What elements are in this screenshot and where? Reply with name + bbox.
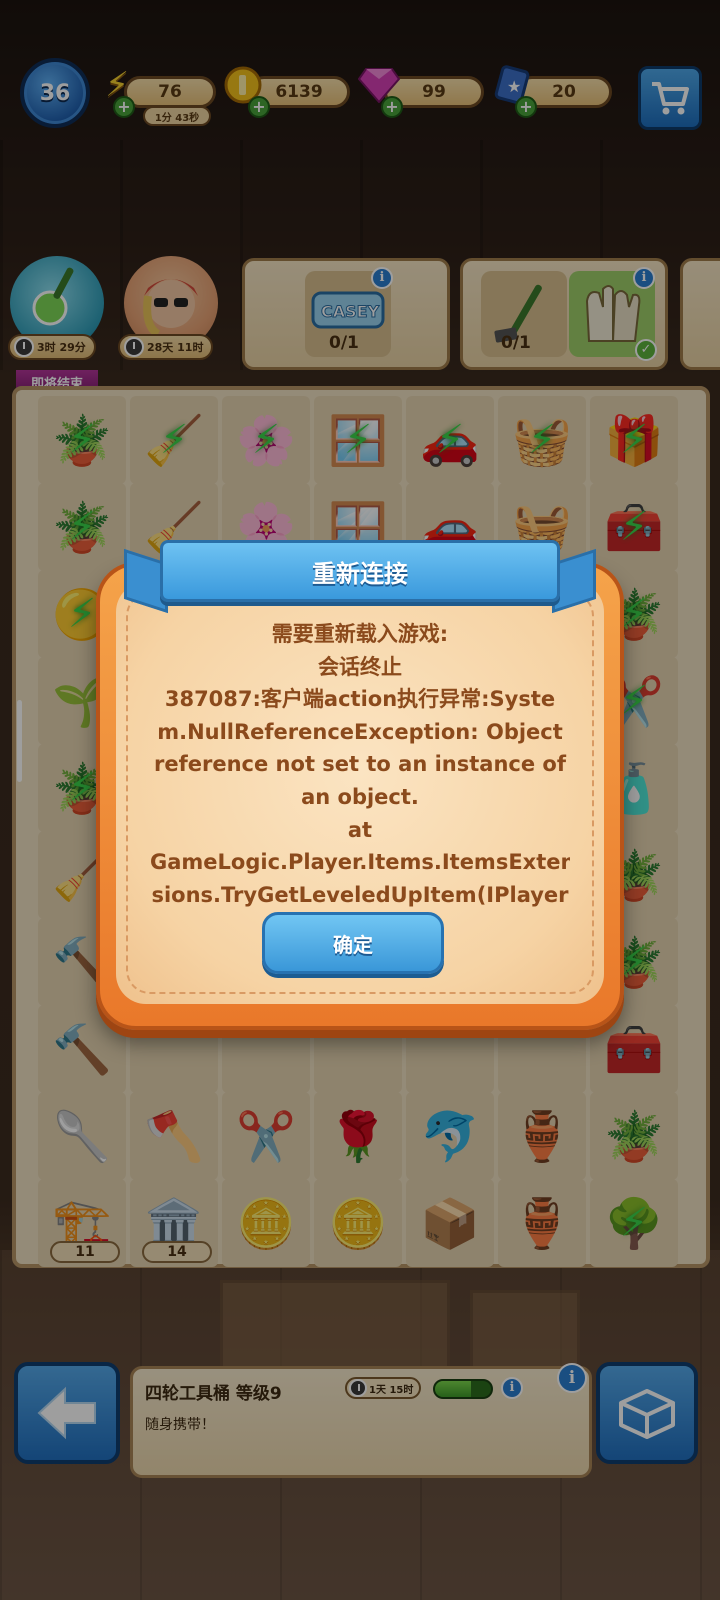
dialog-message-line: 会话终止 xyxy=(318,654,402,679)
dialog-title-banner: 重新连接 xyxy=(160,540,560,602)
confirm-button[interactable]: 确定 xyxy=(262,912,444,974)
dialog-message-line: 需要重新载入游戏: xyxy=(271,622,449,646)
dialog-message-line: m.NullReferenceException: Object xyxy=(157,719,563,744)
dialog-message-line: an object. xyxy=(301,784,419,809)
dialog-message: 需要重新载入游戏: 会话终止 387087:客户端action执行异常:Syst… xyxy=(150,618,570,911)
dialog-message-line: GameLogic.Player.Items.ItemsExten xyxy=(150,850,570,875)
dialog-message-line: sions.TryGetLeveledUpItem(IPlayer xyxy=(151,882,569,907)
dialog-title: 重新连接 xyxy=(312,559,408,588)
dialog-message-line: 387087:客户端action执行异常:Syste xyxy=(164,687,556,712)
dialog-message-line: reference not set to an instance of xyxy=(154,752,566,777)
dialog-message-line: at xyxy=(347,817,373,842)
